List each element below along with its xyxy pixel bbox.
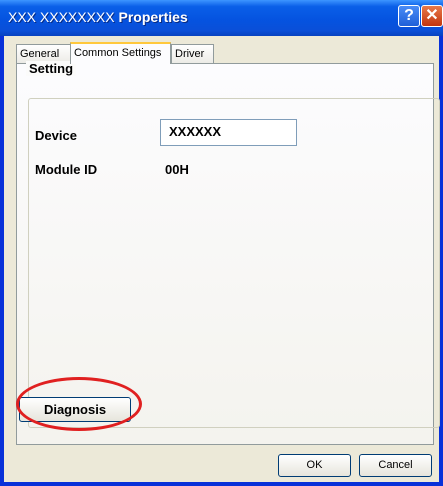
- help-icon: ?: [404, 7, 414, 24]
- setting-groupbox: [28, 98, 440, 428]
- window-title: XXX XXXXXXXX Properties: [8, 9, 188, 25]
- help-button[interactable]: ?: [398, 5, 420, 27]
- title-bar[interactable]: XXX XXXXXXXX Properties ? ✕: [0, 0, 443, 36]
- window-title-prefix: XXX XXXXXXXX: [8, 9, 115, 25]
- close-button[interactable]: ✕: [421, 5, 443, 27]
- dialog-body: General Common Settings Driver Setting D…: [4, 36, 440, 482]
- device-field[interactable]: XXXXXX: [160, 119, 297, 146]
- window-title-suffix: Properties: [118, 9, 188, 25]
- close-icon: ✕: [425, 7, 439, 24]
- tab-common-settings[interactable]: Common Settings: [70, 42, 171, 64]
- setting-group-label: Setting: [26, 61, 77, 76]
- diagnosis-button[interactable]: Diagnosis: [19, 397, 131, 422]
- module-id-value: 00H: [165, 162, 189, 177]
- ok-button[interactable]: OK: [278, 454, 351, 477]
- cancel-button[interactable]: Cancel: [359, 454, 432, 477]
- properties-window: XXX XXXXXXXX Properties ? ✕ General Comm…: [0, 0, 443, 486]
- module-id-label: Module ID: [35, 162, 98, 177]
- tab-driver[interactable]: Driver: [171, 44, 214, 63]
- device-label: Device: [35, 128, 77, 143]
